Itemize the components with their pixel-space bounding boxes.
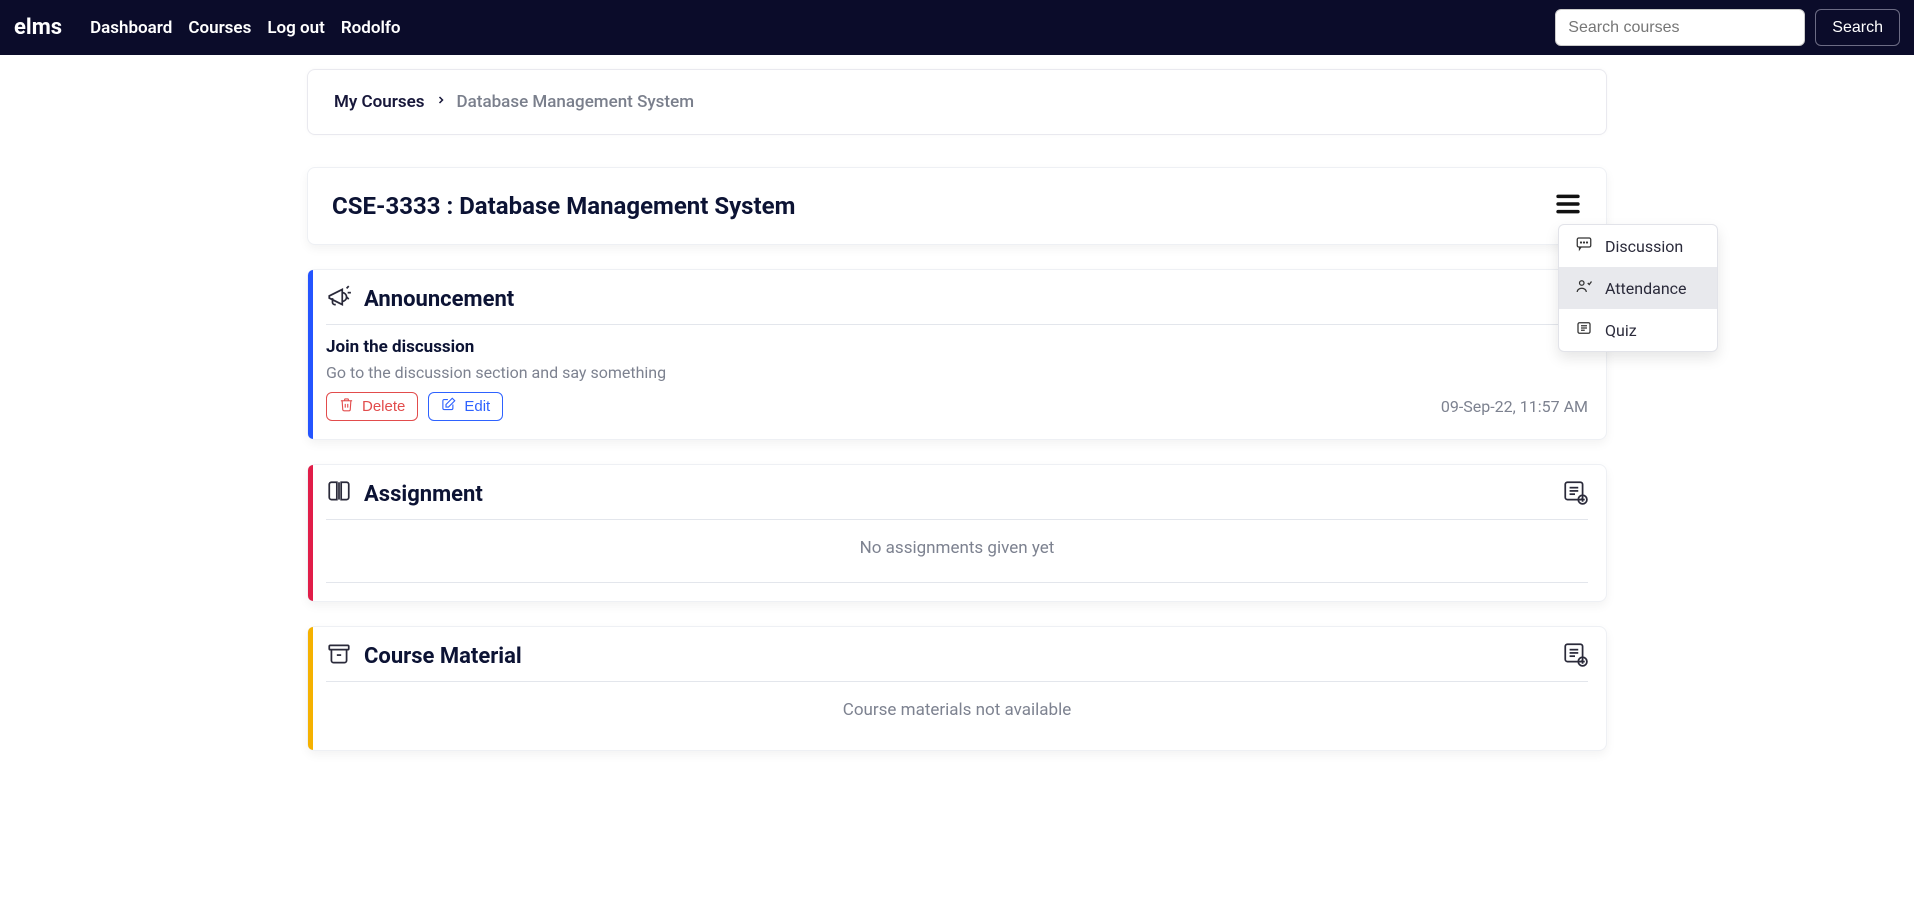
material-title: Course Material <box>364 644 522 669</box>
hamburger-icon[interactable] <box>1554 190 1582 222</box>
edit-button[interactable]: Edit <box>428 392 503 421</box>
delete-label: Delete <box>362 398 405 415</box>
breadcrumb: My Courses Database Management System <box>334 92 1580 112</box>
assignment-title: Assignment <box>364 482 483 507</box>
add-material-icon[interactable] <box>1562 641 1588 671</box>
quiz-icon <box>1575 319 1593 341</box>
book-icon <box>326 479 352 509</box>
section-stripe-yellow <box>308 627 313 750</box>
section-stripe-red <box>308 465 313 601</box>
discussion-icon <box>1575 235 1593 257</box>
announcement-item-text: Go to the discussion section and say som… <box>326 363 1588 382</box>
chevron-right-icon <box>435 94 447 110</box>
announcement-section: Announcement Join the discussion Go to t… <box>307 269 1607 440</box>
add-assignment-icon[interactable] <box>1562 479 1588 509</box>
search-input[interactable] <box>1555 9 1805 46</box>
material-header: Course Material <box>326 641 1588 682</box>
course-menu-dropdown: Discussion Attendance Quiz <box>1558 224 1718 352</box>
attendance-icon <box>1575 277 1593 299</box>
main-container: My Courses Database Management System CS… <box>307 69 1607 751</box>
nav-logout[interactable]: Log out <box>267 18 325 38</box>
menu-attendance[interactable]: Attendance <box>1559 267 1717 309</box>
breadcrumb-current: Database Management System <box>457 92 695 112</box>
megaphone-icon <box>326 284 352 314</box>
nav-left: elms Dashboard Courses Log out Rodolfo <box>14 15 401 40</box>
search-button[interactable]: Search <box>1815 9 1900 46</box>
announcement-item-title: Join the discussion <box>326 337 1588 357</box>
edit-label: Edit <box>464 398 490 415</box>
material-empty-text: Course materials not available <box>326 694 1588 732</box>
trash-icon <box>339 397 354 416</box>
menu-attendance-label: Attendance <box>1605 279 1687 298</box>
course-title: CSE-3333 : Database Management System <box>332 192 795 220</box>
navbar: elms Dashboard Courses Log out Rodolfo S… <box>0 0 1914 55</box>
menu-quiz[interactable]: Quiz <box>1559 309 1717 351</box>
announcement-header: Announcement <box>326 284 1588 325</box>
material-section: Course Material Course materials not ava… <box>307 626 1607 751</box>
breadcrumb-my-courses[interactable]: My Courses <box>334 92 425 112</box>
section-stripe-blue <box>308 270 313 439</box>
divider <box>326 582 1588 583</box>
menu-quiz-label: Quiz <box>1605 321 1637 340</box>
brand-logo[interactable]: elms <box>14 15 62 40</box>
assignment-header: Assignment <box>326 479 1588 520</box>
menu-discussion-label: Discussion <box>1605 237 1683 256</box>
nav-links: Dashboard Courses Log out Rodolfo <box>90 18 401 38</box>
announcement-timestamp: 09-Sep-22, 11:57 AM <box>1441 397 1588 416</box>
announcement-actions-row: Delete Edit 09-Sep-22, 11:57 AM <box>326 392 1588 421</box>
archive-icon <box>326 641 352 671</box>
announcement-title: Announcement <box>364 287 514 312</box>
delete-button[interactable]: Delete <box>326 392 418 421</box>
assignment-section: Assignment No assignments given yet <box>307 464 1607 602</box>
breadcrumb-card: My Courses Database Management System <box>307 69 1607 135</box>
nav-username[interactable]: Rodolfo <box>341 18 401 38</box>
nav-courses[interactable]: Courses <box>188 18 251 38</box>
nav-dashboard[interactable]: Dashboard <box>90 18 172 38</box>
edit-icon <box>441 397 456 416</box>
menu-discussion[interactable]: Discussion <box>1559 225 1717 267</box>
announcement-body: Join the discussion Go to the discussion… <box>326 325 1588 421</box>
nav-right: Search <box>1555 9 1900 46</box>
assignment-empty-text: No assignments given yet <box>326 532 1588 570</box>
course-header-card: CSE-3333 : Database Management System Di… <box>307 167 1607 245</box>
